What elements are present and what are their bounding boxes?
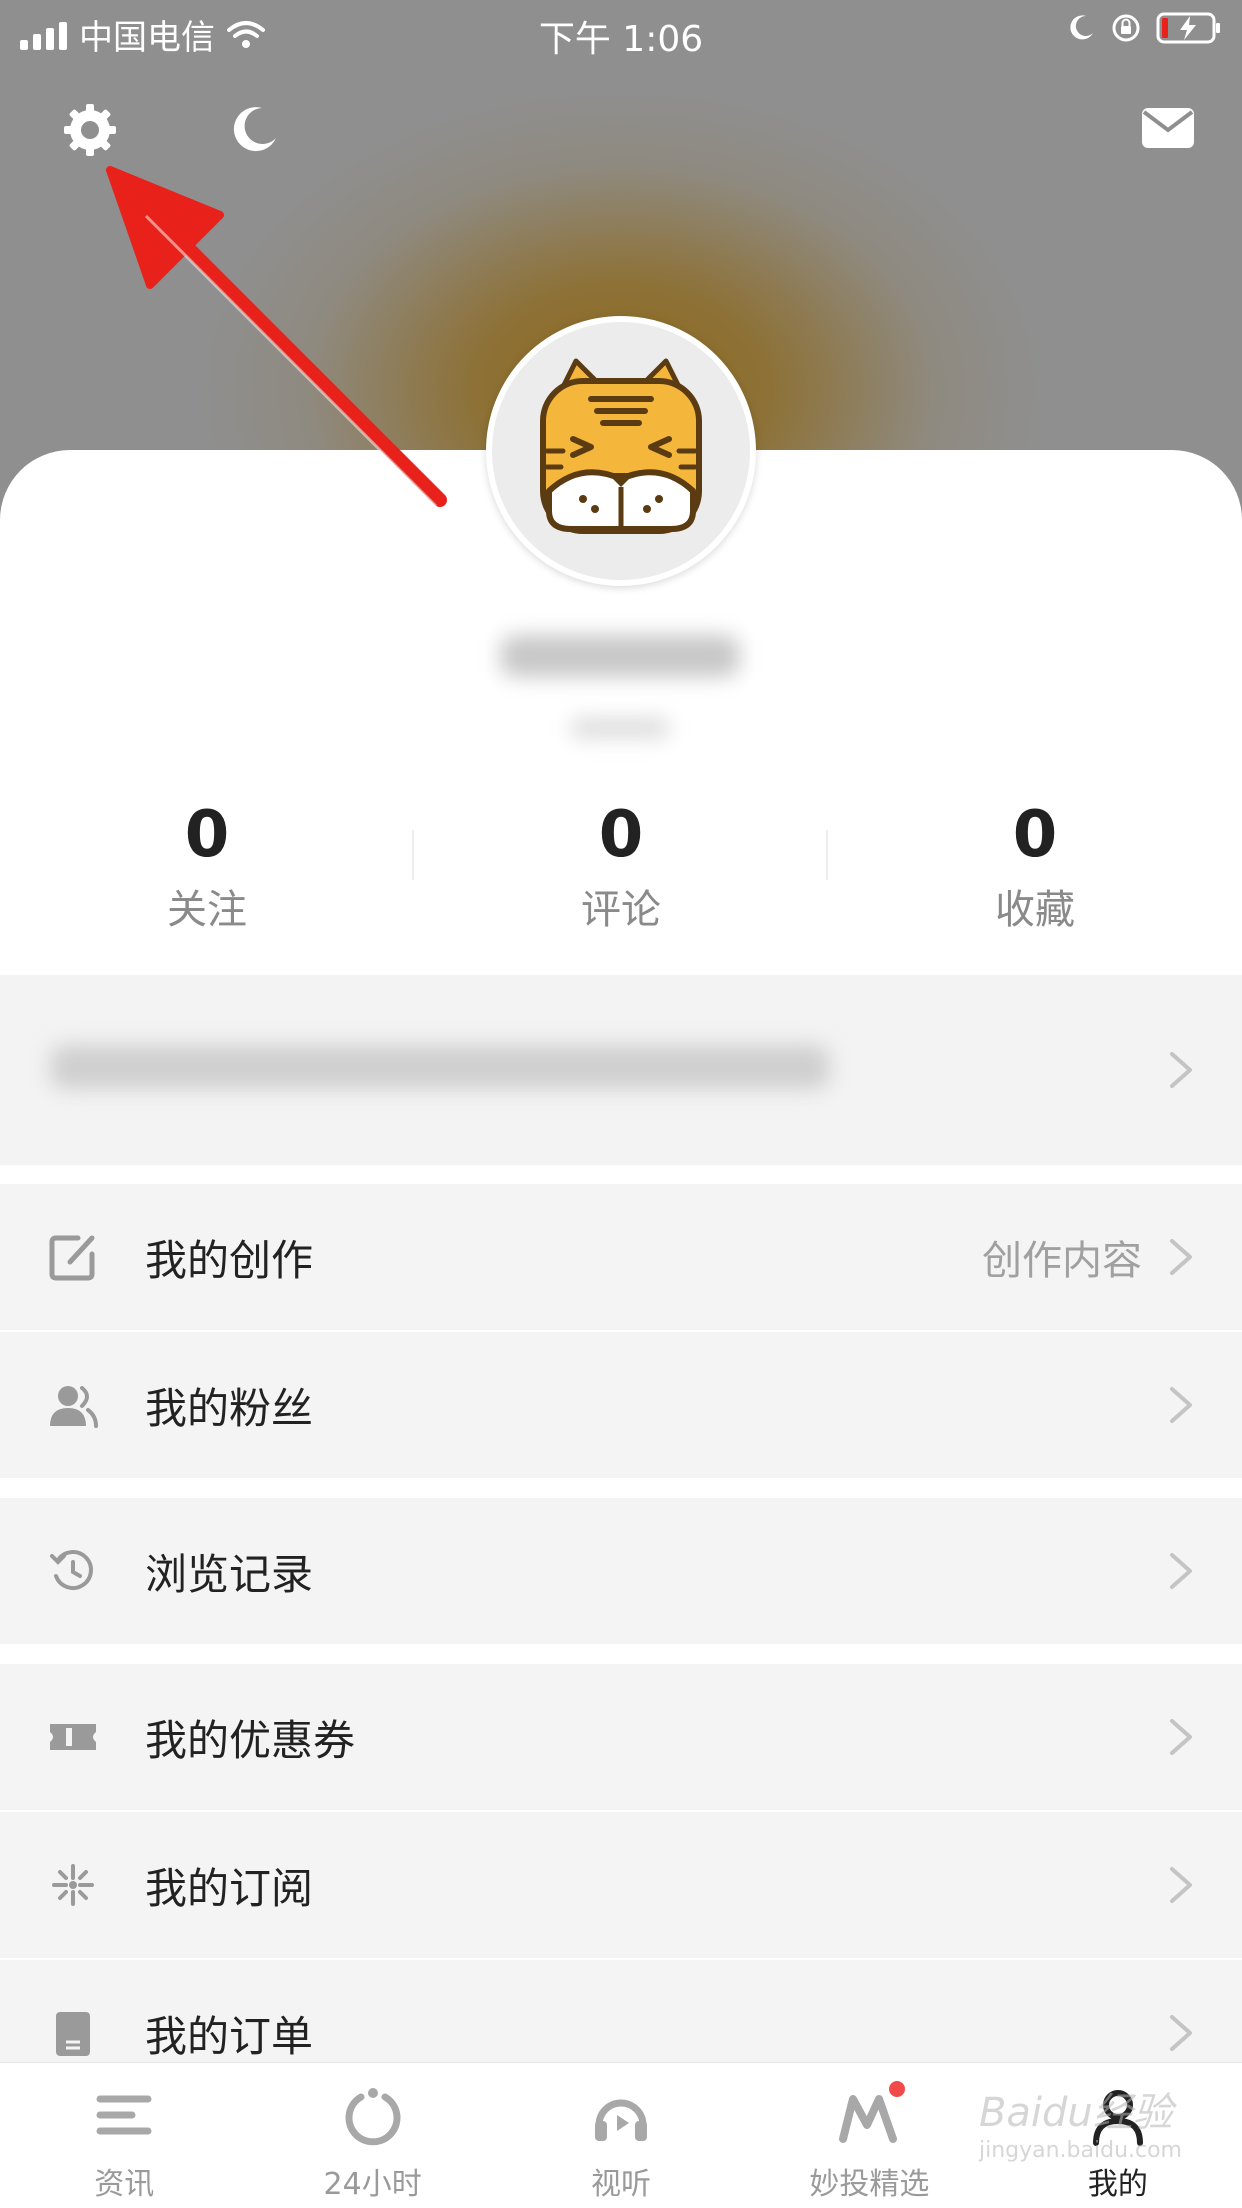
- rotation-lock-icon: [1112, 14, 1140, 42]
- watermark: Baidu经验 jingyan.baidu.com: [979, 2080, 1182, 2163]
- tab-audio-video[interactable]: 视听: [497, 2063, 745, 2208]
- promo-banner[interactable]: [0, 975, 1242, 1165]
- username-blurred: [500, 635, 740, 677]
- menu-item-my-subscriptions[interactable]: 我的订阅: [0, 1812, 1242, 1958]
- stat-comments-value: 0: [598, 798, 644, 872]
- chevron-right-icon: [1170, 1719, 1192, 1755]
- menu-item-my-coupons[interactable]: 我的优惠券: [0, 1664, 1242, 1810]
- refresh-icon: [345, 2088, 401, 2146]
- menu-item-my-creations[interactable]: 我的创作 创作内容: [0, 1184, 1242, 1330]
- stat-comments-label: 评论: [581, 887, 661, 933]
- do-not-disturb-icon: [1070, 15, 1093, 40]
- stat-following[interactable]: 0 关注: [0, 790, 414, 940]
- chevron-right-icon: [1170, 1387, 1192, 1423]
- menu-item-label: 浏览记录: [145, 1549, 314, 1599]
- menu-item-label: 我的粉丝: [145, 1383, 314, 1433]
- tiger-avatar-icon: [540, 358, 702, 534]
- menu-item-label: 我的订单: [145, 2011, 314, 2061]
- stat-comments[interactable]: 0 评论: [414, 790, 828, 940]
- chevron-right-icon: [1170, 1239, 1192, 1275]
- tab-news[interactable]: 资讯: [0, 2063, 248, 2208]
- edit-icon: [49, 1235, 95, 1281]
- fans-icon: [50, 1386, 98, 1428]
- stat-following-label: 关注: [167, 887, 247, 933]
- banner-text-blurred: [50, 1045, 830, 1089]
- notification-dot: [889, 2081, 906, 2097]
- menu-item-my-fans[interactable]: 我的粉丝: [0, 1332, 1242, 1478]
- stat-favorites-label: 收藏: [995, 887, 1075, 933]
- moon-icon[interactable]: [228, 104, 280, 156]
- menu-item-hint: 创作内容: [982, 1238, 1142, 1284]
- chevron-right-icon: [1170, 1867, 1192, 1903]
- chevron-right-icon: [1170, 2015, 1192, 2051]
- history-icon: [50, 1550, 93, 1590]
- stat-favorites-value: 0: [1012, 798, 1058, 872]
- menu-item-label: 我的优惠券: [145, 1715, 356, 1765]
- user-subtitle-blurred: [570, 718, 670, 738]
- menu-item-browse-history[interactable]: 浏览记录: [0, 1498, 1242, 1644]
- order-icon: [56, 2012, 90, 2056]
- red-arrow-annotation: [106, 166, 447, 508]
- status-time: 下午 1:06: [538, 19, 704, 60]
- watermark-brand: Baidu经验: [978, 2090, 1173, 2136]
- gear-icon[interactable]: [60, 100, 120, 160]
- news-icon: [96, 2095, 152, 2135]
- subscribe-icon: [52, 1864, 94, 1906]
- tab-label: 视听: [591, 2167, 652, 2202]
- coupon-icon: [50, 1724, 96, 1750]
- watermark-url: jingyan.baidu.com: [978, 2138, 1182, 2163]
- avatar[interactable]: [486, 316, 756, 586]
- headphones-icon: [595, 2099, 648, 2141]
- stat-following-value: 0: [184, 798, 230, 872]
- tab-24-hours[interactable]: 24小时: [248, 2063, 496, 2208]
- battery-icon: [1156, 12, 1220, 44]
- status-bar: 中国电信 下午 1:06: [0, 0, 1242, 62]
- tab-label: 妙投精选: [809, 2167, 930, 2202]
- stat-favorites[interactable]: 0 收藏: [828, 790, 1242, 940]
- tab-label: 资讯: [94, 2167, 155, 2202]
- chevron-right-icon: [1170, 1052, 1192, 1088]
- tab-label: 24小时: [323, 2167, 422, 2202]
- tab-featured[interactable]: 妙投精选: [745, 2063, 993, 2208]
- menu-item-label: 我的创作: [145, 1235, 314, 1285]
- menu-item-label: 我的订阅: [145, 1863, 314, 1913]
- chevron-right-icon: [1170, 1553, 1192, 1589]
- tab-label: 我的: [1087, 2167, 1148, 2202]
- stats-row: 0 关注 0 评论 0 收藏: [0, 790, 1242, 940]
- mail-icon[interactable]: [1140, 106, 1196, 150]
